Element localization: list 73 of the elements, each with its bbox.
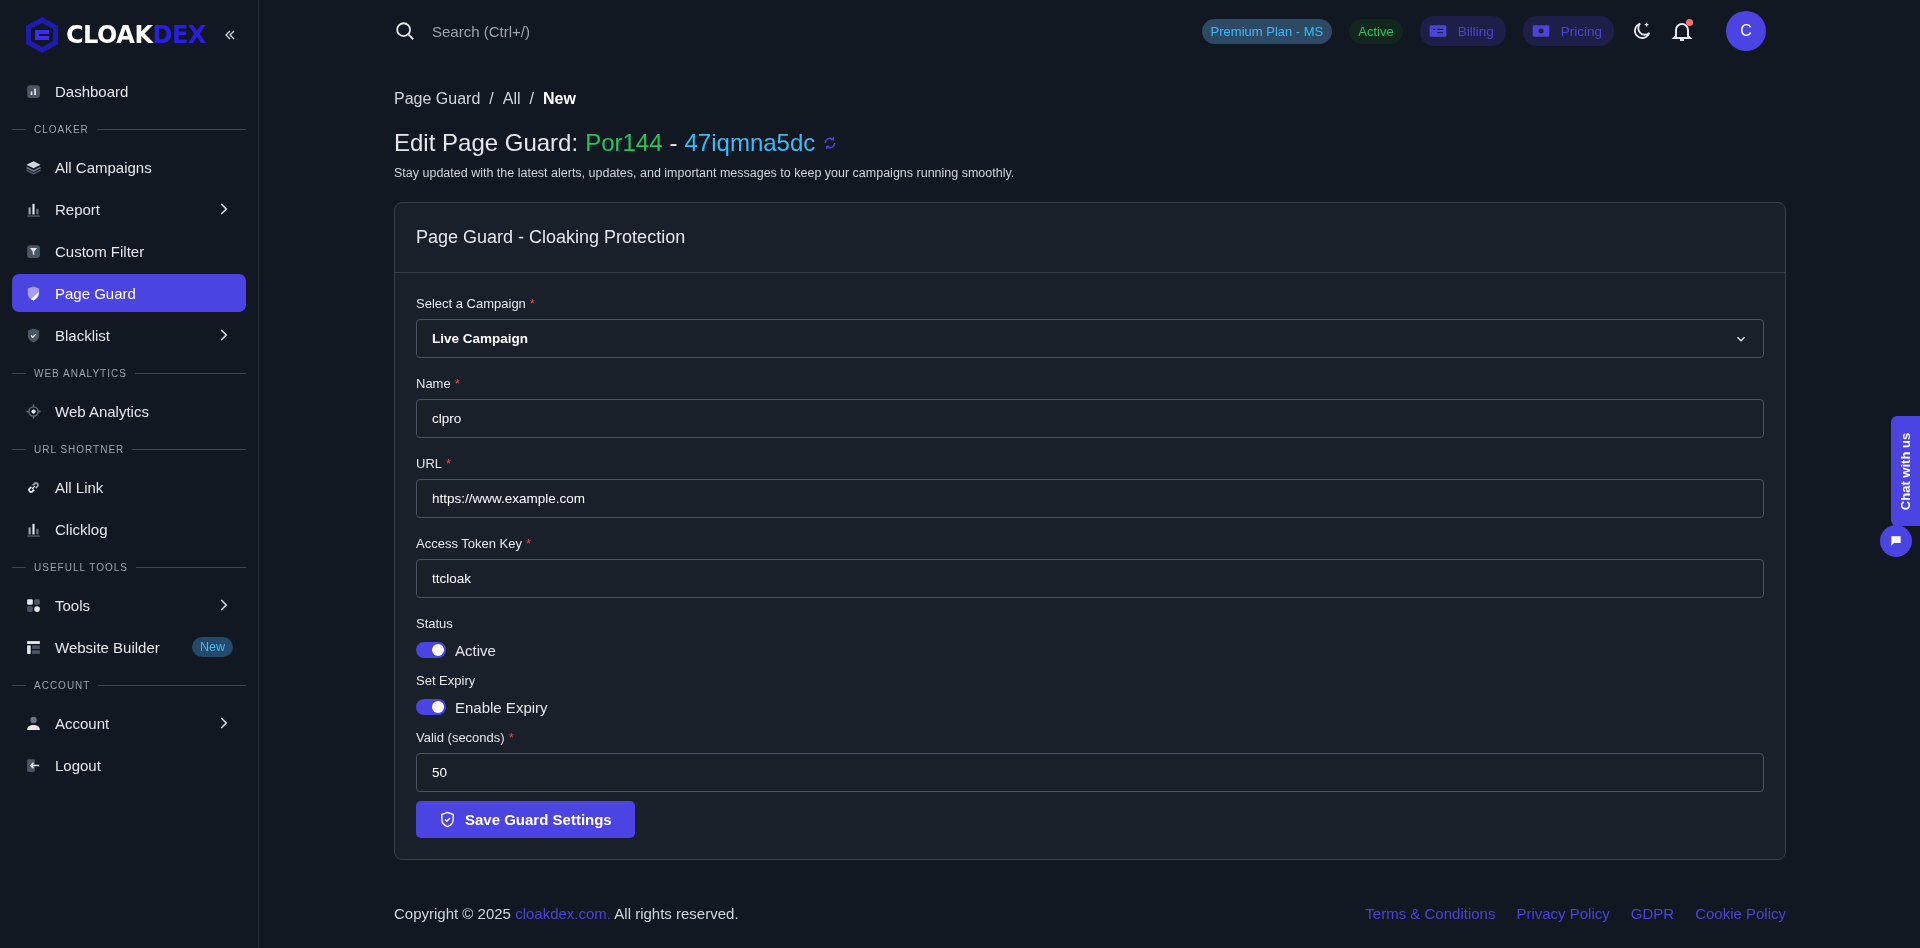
user-icon xyxy=(25,714,42,732)
nav-item[interactable]: Web Analytics xyxy=(12,392,246,430)
input-field[interactable]: 50 xyxy=(416,753,1764,792)
shield-check-icon xyxy=(439,811,456,828)
shield-check-icon xyxy=(25,326,42,344)
toggle-label: Active xyxy=(455,641,496,659)
breadcrumb-separator: / xyxy=(529,90,534,108)
nav-item[interactable]: Tools xyxy=(12,586,246,624)
grid-icon xyxy=(25,596,42,614)
field-label: Select a Campaign xyxy=(416,295,526,311)
card-title: Page Guard - Cloaking Protection xyxy=(395,203,1785,273)
section-heading: URL SHORTNER xyxy=(12,432,246,466)
copyright-text: Copyright © 2025 cloakdex.com. All rights reserved. xyxy=(394,904,739,922)
toggle-switch[interactable] xyxy=(416,642,446,658)
search-field[interactable]: Search (Ctrl+/) xyxy=(430,21,694,41)
filter-icon xyxy=(25,242,42,260)
section-heading: CLOAKER xyxy=(12,112,246,146)
user-avatar[interactable]: C xyxy=(1726,11,1766,51)
nav-item[interactable]: All Link xyxy=(12,468,246,506)
nav-item[interactable]: All Campaigns xyxy=(12,148,246,186)
required-mark: * xyxy=(446,455,452,471)
moon-icon[interactable] xyxy=(1631,20,1653,42)
nav-item[interactable]: Account xyxy=(12,704,246,742)
shield-icon xyxy=(25,284,42,302)
input-field[interactable]: ttcloak xyxy=(416,559,1764,598)
search-icon xyxy=(394,20,416,42)
page-title: Edit Page Guard: xyxy=(394,129,579,157)
nav-item[interactable]: Clicklog xyxy=(12,510,246,548)
layers-icon xyxy=(25,158,42,176)
input-field[interactable]: https://www.example.com xyxy=(416,479,1764,518)
nav-item[interactable]: Dashboard xyxy=(12,72,246,110)
layout-icon xyxy=(25,638,42,656)
guard-name: Por144 xyxy=(585,129,663,157)
section-heading: WEB ANALYTICS xyxy=(12,356,246,390)
toggle-switch[interactable] xyxy=(416,699,446,715)
required-mark: * xyxy=(526,535,532,551)
nav-item[interactable]: Report xyxy=(12,190,246,228)
field-label: Valid (seconds) xyxy=(416,729,505,745)
nav-item[interactable]: Page Guard xyxy=(12,274,246,312)
section-heading: USEFULL TOOLS xyxy=(12,550,246,584)
field-label: Status xyxy=(416,615,453,631)
plan-badge: Premium Plan - MS xyxy=(1201,18,1333,44)
required-mark: * xyxy=(529,295,535,311)
chat-tab[interactable]: Chat with us xyxy=(1891,416,1920,526)
target-icon xyxy=(25,402,42,420)
breadcrumb-link[interactable]: All xyxy=(502,90,521,108)
campaign-select[interactable]: Live Campaign xyxy=(416,319,1764,358)
nav-item[interactable]: Blacklist xyxy=(12,316,246,354)
nav-item[interactable]: Logout xyxy=(12,746,246,784)
page-subtitle: Stay updated with the latest alerts, updates, and important messages to keep your campaigns running smoothly. xyxy=(394,166,1016,180)
logo-text: CLOAKDEX xyxy=(66,21,206,49)
chat-button[interactable] xyxy=(1880,525,1912,557)
chart-icon xyxy=(25,82,42,100)
guard-code: 47iqmna5dc xyxy=(684,129,816,157)
title-separator: - xyxy=(669,129,678,157)
section-heading: ACCOUNT xyxy=(12,668,246,702)
required-mark: * xyxy=(454,375,460,391)
nav-item[interactable]: Custom Filter xyxy=(12,232,246,270)
field-label: URL xyxy=(416,455,442,471)
status-badge: Active xyxy=(1349,18,1403,44)
save-button[interactable]: Save Guard Settings xyxy=(416,801,635,838)
field-label: Access Token Key xyxy=(416,535,522,551)
nav-item[interactable]: Website Builder New xyxy=(12,628,246,666)
logout-icon xyxy=(25,756,42,774)
notification-bell-icon[interactable] xyxy=(1670,19,1694,43)
field-label: Set Expiry xyxy=(416,672,476,688)
field-label: Name xyxy=(416,375,451,391)
toggle-label: Enable Expiry xyxy=(455,698,548,716)
input-field[interactable]: clpro xyxy=(416,399,1764,438)
breadcrumb-separator: / xyxy=(489,90,494,108)
required-mark: * xyxy=(508,729,514,745)
breadcrumb-link[interactable]: Page Guard xyxy=(394,90,481,108)
new-badge: New xyxy=(192,637,233,657)
